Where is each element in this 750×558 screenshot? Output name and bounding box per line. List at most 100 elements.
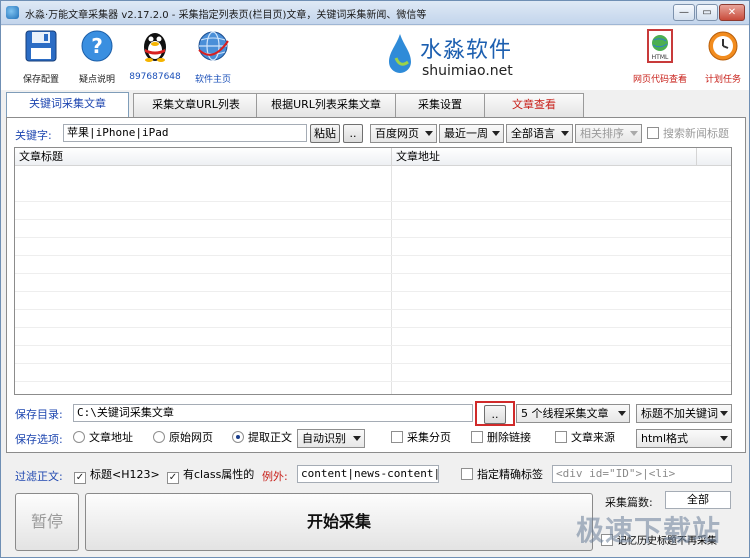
search-news-checkbox[interactable]: 搜索新闻标题: [647, 126, 729, 142]
article-source-checkbox[interactable]: 文章来源: [555, 430, 615, 446]
collect-paging-checkbox[interactable]: 采集分页: [391, 430, 451, 446]
chevron-down-icon: [720, 436, 728, 441]
checkbox-box: [471, 431, 483, 443]
has-class-checkbox[interactable]: ✓ 有class属性的: [167, 467, 255, 484]
remove-links-checkbox[interactable]: 删除链接: [471, 430, 531, 446]
precise-tag-label: 指定精确标签: [477, 468, 543, 481]
watermark-text: 极速下载站: [576, 514, 722, 547]
has-class-label: 有class属性的: [183, 468, 255, 481]
search-news-label: 搜索新闻标题: [663, 127, 729, 140]
keyword-input[interactable]: 苹果|iPhone|iPad: [63, 124, 307, 142]
paste-button[interactable]: 粘贴: [310, 124, 340, 143]
tab-url-list[interactable]: 采集文章URL列表: [133, 93, 259, 117]
search-engine-select[interactable]: 百度网页: [370, 124, 437, 143]
help-button[interactable]: ? 疑点说明: [69, 29, 125, 85]
tab-article-view[interactable]: 文章查看: [484, 93, 584, 117]
qq-penguin-icon: [144, 33, 166, 62]
globe-icon: [198, 31, 229, 61]
app-window: 水淼·万能文章采集器 v2.17.2.0 - 采集指定列表页(栏目页)文章，关键…: [0, 0, 750, 558]
app-icon: [6, 6, 19, 19]
collect-count-label: 采集篇数:: [605, 496, 653, 509]
save-config-button[interactable]: 保存配置: [13, 29, 69, 85]
check-icon: ✓: [74, 472, 86, 484]
homepage-label: 软件主页: [194, 75, 231, 85]
qq-button[interactable]: 897687648: [127, 29, 183, 82]
html-file-icon: HTML: [647, 29, 673, 63]
remove-links-label: 删除链接: [487, 431, 531, 444]
exception-input[interactable]: content|news-content|abs: [297, 465, 439, 483]
water-drop-icon: [389, 34, 411, 73]
html-view-button[interactable]: HTML 网页代码查看: [629, 29, 691, 85]
save-config-label: 保存配置: [22, 75, 59, 85]
title-h123-checkbox[interactable]: ✓ 标题<H123>: [74, 467, 160, 484]
checkbox-box: [555, 431, 567, 443]
column-header-title[interactable]: 文章标题: [15, 148, 392, 166]
precise-tag-checkbox[interactable]: 指定精确标签: [461, 467, 543, 483]
chevron-down-icon: [492, 131, 500, 136]
save-dir-label: 保存目录:: [15, 408, 63, 421]
close-button[interactable]: ✕: [719, 4, 745, 21]
title-mode-value: 标题不加关键词: [641, 407, 718, 420]
radio-article-url[interactable]: 文章地址: [73, 430, 133, 446]
threads-select[interactable]: 5 个线程采集文章: [516, 404, 630, 423]
radio-circle-selected: [232, 431, 244, 443]
chevron-down-icon: [630, 131, 638, 136]
keyword-more-button[interactable]: ..: [343, 124, 363, 143]
tab-keyword-collect[interactable]: 关键词采集文章: [6, 92, 129, 118]
extract-mode-select[interactable]: 自动识别: [297, 429, 365, 448]
radio-circle: [153, 431, 165, 443]
question-icon: ?: [81, 30, 113, 62]
tab-settings[interactable]: 采集设置: [395, 93, 485, 117]
exception-label: 例外:: [262, 470, 288, 483]
list-row: [15, 364, 731, 382]
tab-bar: 关键词采集文章 采集文章URL列表 根据URL列表采集文章 采集设置 文章查看: [6, 92, 746, 118]
logo-chinese: 水淼软件: [420, 38, 513, 63]
collect-paging-label: 采集分页: [407, 431, 451, 444]
collect-count-input[interactable]: 全部: [665, 491, 731, 509]
svg-text:?: ?: [91, 34, 103, 58]
pause-button[interactable]: 暂停: [15, 493, 79, 551]
radio-article-url-label: 文章地址: [89, 431, 133, 444]
list-row: [15, 292, 731, 310]
format-select[interactable]: html格式: [636, 429, 732, 448]
list-row: [15, 328, 731, 346]
period-value: 最近一周: [444, 127, 488, 140]
help-label: 疑点说明: [78, 75, 115, 85]
list-row: [15, 346, 731, 364]
precise-tag-input[interactable]: <div id="ID">|<li>: [552, 465, 732, 483]
radio-extract-body-label: 提取正文: [248, 431, 292, 444]
sort-value: 相关排序: [580, 127, 624, 140]
chevron-down-icon: [618, 411, 626, 416]
browse-dir-button[interactable]: ..: [484, 405, 506, 424]
language-select[interactable]: 全部语言: [506, 124, 573, 143]
checkbox-box: [461, 468, 473, 480]
title-mode-select[interactable]: 标题不加关键词: [636, 404, 732, 423]
chevron-down-icon: [425, 131, 433, 136]
list-header: 文章标题 文章地址: [15, 148, 731, 166]
format-value: html格式: [641, 432, 689, 445]
article-list[interactable]: 文章标题 文章地址: [14, 147, 732, 395]
period-select[interactable]: 最近一周: [439, 124, 504, 143]
title-h123-label: 标题<H123>: [90, 468, 160, 481]
tab-collect-by-url[interactable]: 根据URL列表采集文章: [256, 93, 396, 117]
chevron-down-icon: [561, 131, 569, 136]
qq-label: 897687648: [129, 72, 181, 82]
start-collect-button[interactable]: 开始采集: [85, 493, 593, 551]
homepage-button[interactable]: 软件主页: [185, 29, 241, 85]
save-options-label: 保存选项:: [15, 433, 63, 446]
maximize-button[interactable]: ▭: [696, 4, 718, 21]
language-value: 全部语言: [511, 127, 555, 140]
column-header-url[interactable]: 文章地址: [392, 148, 697, 166]
radio-extract-body[interactable]: 提取正文: [232, 430, 292, 446]
html-view-label: 网页代码查看: [632, 75, 687, 85]
schedule-button[interactable]: 计划任务: [697, 29, 749, 85]
sort-select[interactable]: 相关排序: [575, 124, 642, 143]
list-row: [15, 202, 731, 220]
minimize-button[interactable]: —: [673, 4, 695, 21]
save-dir-input[interactable]: C:\关键词采集文章: [73, 404, 473, 422]
check-icon: ✓: [167, 472, 179, 484]
svg-text:HTML: HTML: [652, 54, 669, 61]
logo-english: shuimiao.net: [422, 63, 513, 79]
radio-raw-page[interactable]: 原始网页: [153, 430, 213, 446]
list-row: [15, 220, 731, 238]
